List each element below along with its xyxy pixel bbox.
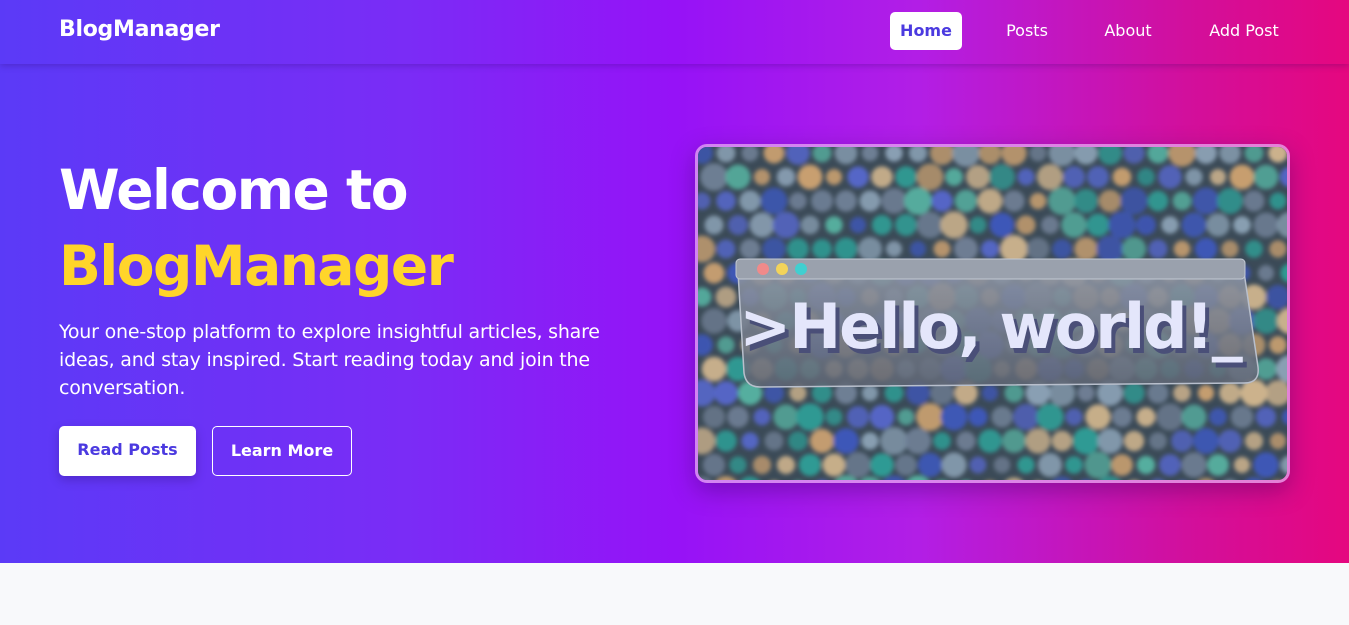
nav-link-home[interactable]: Home: [890, 12, 962, 50]
hero-title: Welcome to BlogManager: [59, 152, 454, 304]
navbar: BlogManager Home Posts About Add Post: [0, 0, 1349, 64]
hello-world-illustration: >Hello, world!_ >Hello, world!_: [698, 147, 1287, 480]
window-dot-cyan: [795, 263, 807, 275]
learn-more-button[interactable]: Learn More: [212, 426, 352, 476]
read-posts-button[interactable]: Read Posts: [59, 426, 196, 476]
hero-image: >Hello, world!_ >Hello, world!_: [695, 144, 1290, 483]
hero-section: BlogManager Home Posts About Add Post We…: [0, 0, 1349, 563]
nav-link-add-post[interactable]: Add Post: [1198, 12, 1290, 50]
content-area: [0, 563, 1349, 625]
hero-description: Your one-stop platform to explore insigh…: [59, 321, 600, 399]
hello-world-text: >Hello, world!_: [739, 290, 1242, 363]
window-dot-yellow: [776, 263, 788, 275]
window-dot-red: [757, 263, 769, 275]
nav-link-posts[interactable]: Posts: [995, 12, 1059, 50]
nav-link-about[interactable]: About: [1093, 12, 1163, 50]
brand-logo[interactable]: BlogManager: [59, 17, 220, 42]
terminal-window: >Hello, world!_ >Hello, world!_: [735, 258, 1259, 388]
hero-title-line: Welcome to: [59, 158, 409, 222]
hero-title-brand: BlogManager: [59, 234, 454, 298]
